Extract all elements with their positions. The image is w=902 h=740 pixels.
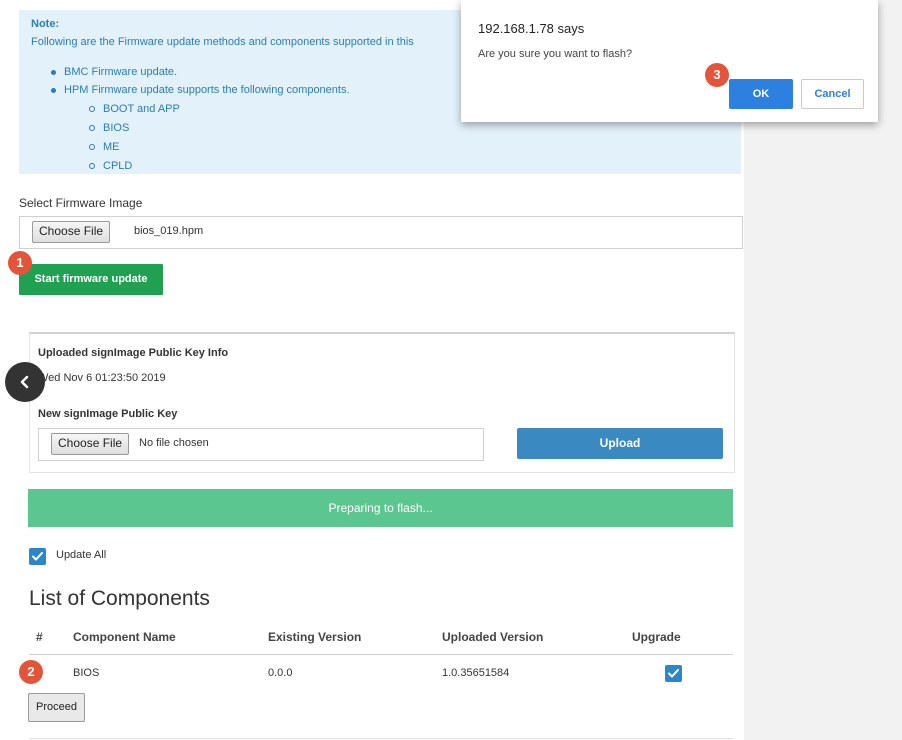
check-icon [32,552,43,561]
proceed-button[interactable]: Proceed [28,693,85,722]
choose-file-button[interactable]: Choose File [32,221,111,243]
check-icon [668,669,679,678]
note-item: BMC Firmware update. [51,66,177,78]
note-subitem: BIOS [89,122,129,134]
circle-bullet-icon [89,125,95,132]
step-marker-1: 1 [8,251,32,275]
table-bottom-divider [29,738,733,739]
firmware-section-label: Select Firmware Image [19,196,143,210]
bullet-icon [51,87,56,93]
confirm-dialog: 192.168.1.78 says Are you sure you want … [461,0,878,122]
component-name-cell: BIOS [73,667,100,679]
ok-button[interactable]: OK [729,79,793,109]
update-all-checkbox[interactable] [29,548,46,565]
column-header-index: # [36,630,43,644]
chevron-left-icon [20,375,29,389]
uploaded-key-date: Wed Nov 6 01:23:50 2019 [38,372,166,384]
dialog-title: 192.168.1.78 says [478,21,585,36]
note-item: HPM Firmware update supports the followi… [51,84,350,96]
bullet-icon [51,69,56,75]
back-button[interactable] [5,362,45,402]
firmware-file-name: bios_019.hpm [134,225,204,237]
note-title: Note: [31,18,60,30]
uploaded-version-cell: 1.0.35651584 [442,667,510,679]
table-header-divider [29,654,733,655]
update-all-label: Update All [56,549,107,561]
circle-bullet-icon [89,106,95,113]
note-subitem: BOOT and APP [89,103,180,115]
column-header-component-name: Component Name [73,630,176,644]
note-subitem: ME [89,141,120,153]
uploaded-key-label: Uploaded signImage Public Key Info [38,347,229,359]
dialog-message: Are you sure you want to flash? [478,48,633,60]
existing-version-cell: 0.0.0 [268,667,293,679]
firmware-file-input[interactable]: Choose File bios_019.hpm [19,216,743,249]
flash-progress-bar: Preparing to flash... [28,489,733,527]
components-title: List of Components [29,587,210,610]
column-header-upgrade: Upgrade [632,630,681,644]
choose-key-file-button[interactable]: Choose File [51,433,130,455]
column-header-uploaded-version: Uploaded Version [442,630,544,644]
circle-bullet-icon [89,144,95,151]
key-file-name: No file chosen [139,437,209,449]
circle-bullet-icon [89,163,95,170]
public-key-file-input[interactable]: Choose File No file chosen [38,428,484,461]
upload-button[interactable]: Upload [517,428,723,459]
cancel-button[interactable]: Cancel [801,79,864,109]
note-subitem: CPLD [89,160,132,172]
step-marker-2: 2 [19,660,43,684]
start-firmware-update-button[interactable]: Start firmware update [19,264,163,295]
note-body: Following are the Firmware update method… [31,36,414,48]
new-key-label: New signImage Public Key [38,408,178,420]
upgrade-checkbox[interactable] [665,665,682,682]
step-marker-3: 3 [705,63,729,87]
column-header-existing-version: Existing Version [268,630,362,644]
